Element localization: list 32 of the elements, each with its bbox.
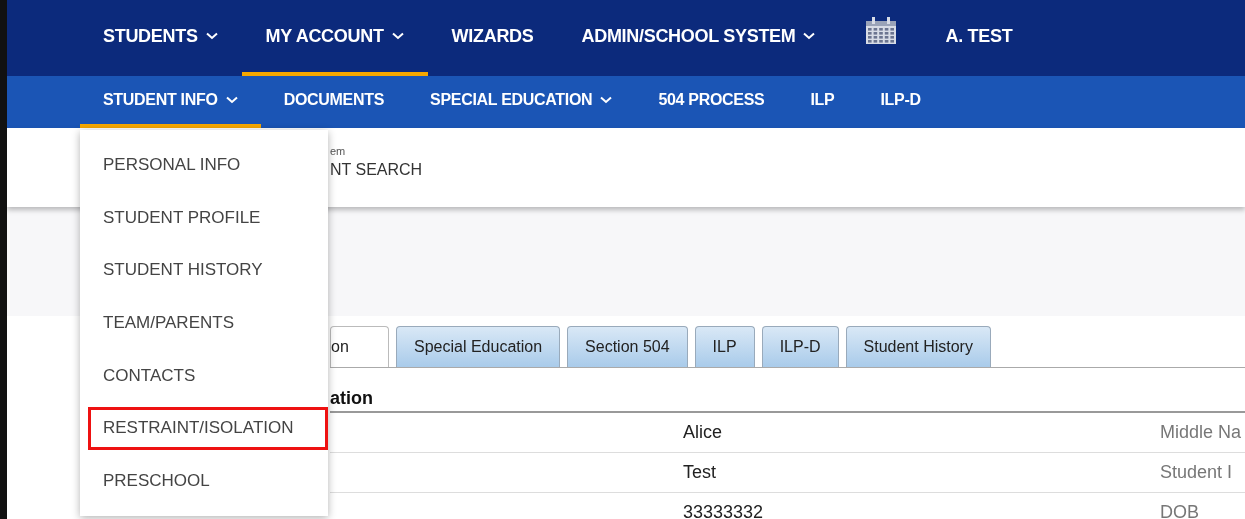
menu-item[interactable]: STUDENT HISTORY — [80, 244, 328, 297]
field-label: DOB — [1160, 502, 1199, 519]
nav-link[interactable]: ILP-D — [857, 76, 944, 128]
field-label: Middle Na — [1160, 422, 1242, 443]
breadcrumb-text: em — [330, 145, 347, 157]
tab[interactable]: on — [330, 326, 389, 367]
nav-link[interactable]: ILP — [787, 76, 858, 128]
field-value: Test — [683, 462, 717, 483]
user-menu[interactable]: A. TEST — [921, 0, 1037, 76]
menu-item[interactable]: RESTRAINT/ISOLATION — [88, 406, 328, 450]
nav-link[interactable]: WIZARDS — [427, 0, 558, 76]
section-title: ation — [330, 368, 1245, 413]
nav-link[interactable]: ADMIN/SCHOOL SYSTEM — [557, 0, 840, 76]
tab[interactable]: ILP — [694, 326, 755, 367]
nav-link[interactable]: SPECIAL EDUCATION — [407, 76, 636, 128]
field-label: Student I — [1160, 462, 1233, 483]
menu-item[interactable]: CONTACTS — [80, 349, 328, 402]
tab[interactable]: Special Education — [396, 326, 561, 367]
nav-link[interactable]: STUDENTS — [79, 0, 242, 76]
page-title: NT SEARCH — [330, 161, 424, 179]
tab[interactable]: Section 504 — [567, 326, 688, 367]
calendar-icon[interactable] — [865, 17, 898, 45]
menu-item[interactable]: PERSONAL INFO — [80, 139, 328, 192]
tab[interactable]: Student History — [845, 326, 991, 367]
menu-item[interactable]: TEAM/PARENTS — [80, 296, 328, 350]
field-value: 33333332 — [683, 502, 765, 519]
menu-item[interactable]: PRESCHOOL — [80, 454, 328, 508]
nav-link[interactable]: 504 PROCESS — [635, 76, 788, 128]
menu-item[interactable]: STUDENT PROFILE — [80, 191, 328, 245]
field-value: Alice — [683, 422, 723, 443]
nav-link[interactable]: DOCUMENTS — [260, 76, 408, 128]
tab[interactable]: ILP-D — [761, 326, 839, 367]
